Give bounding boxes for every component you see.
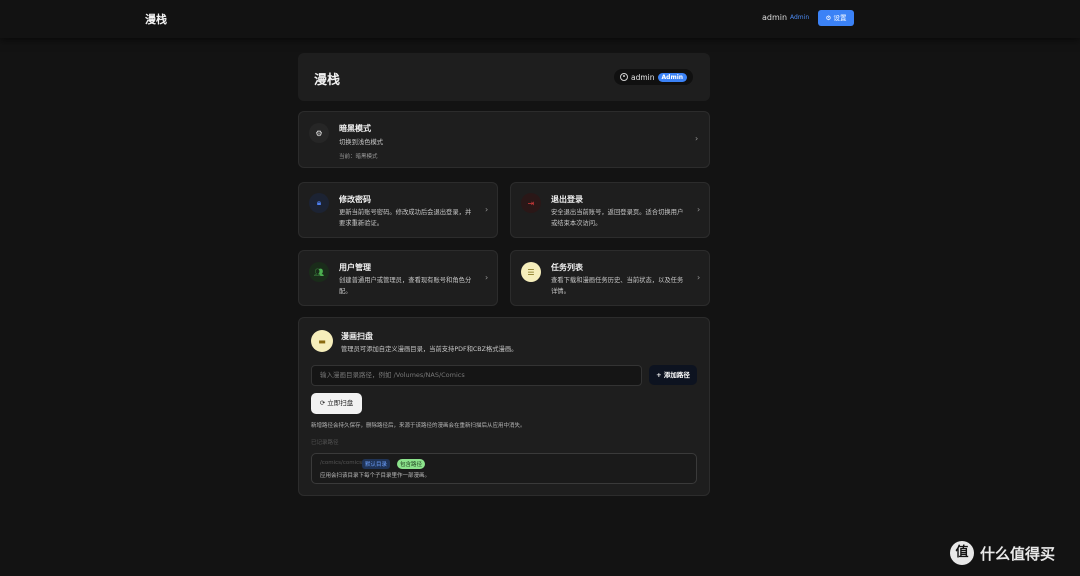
change-password-desc-1: 更新当前账号密码。修改成功后会退出登录，并 [339, 209, 472, 216]
task-list-card[interactable]: ☰ 任务列表 查看下载和漫画任务历史、当前状态，以及任务 详情。 › [510, 250, 710, 306]
user-management-desc-2: 配。 [339, 288, 352, 295]
chevron-right-icon: › [485, 205, 489, 214]
task-list-desc-2: 详情。 [551, 288, 570, 295]
path-value: /comics/comics [320, 460, 363, 466]
logout-desc-2: 或结束本次访问。 [551, 220, 602, 227]
watermark: 值 什么值得买 [950, 541, 1055, 565]
chevron-right-icon: › [485, 273, 489, 282]
watermark-text: 什么值得买 [980, 544, 1056, 563]
change-password-desc-2: 要求重新验证。 [339, 220, 384, 227]
change-password-title: 修改密码 [339, 195, 371, 204]
folder-icon: ▬ [311, 330, 333, 352]
task-list-title: 任务列表 [551, 263, 583, 272]
scan-note: 新增路径会持久保存，删除路径后，来源于该路径的漫画会在重新扫描后从应用中消失。 [311, 423, 526, 429]
path-list-item: /comics/comics 默认目录 包含路径 应用会扫该目录下每个子目录里作… [311, 453, 697, 484]
add-path-button[interactable]: + 添加路径 [649, 365, 697, 385]
include-path-badge: 包含路径 [397, 459, 426, 469]
dark-mode-title: 暗黑模式 [339, 124, 371, 133]
user-management-card[interactable]: 👥︎ 用户管理 创建普通用户或管理员，查看现有账号和角色分 配。 › [298, 250, 498, 306]
gear-icon: ⚙ [309, 123, 329, 143]
scan-now-button[interactable]: ⟳ 立即扫盘 [311, 393, 362, 414]
chevron-right-icon: › [697, 273, 701, 282]
dark-mode-current: 当前：暗黑模式 [339, 154, 378, 160]
change-password-card[interactable]: 🔒︎ 修改密码 更新当前账号密码。修改成功后会退出登录，并 要求重新验证。 › [298, 182, 498, 238]
user-management-desc-1: 创建普通用户或管理员，查看现有账号和角色分 [339, 277, 472, 284]
page-title: 漫栈 [314, 73, 341, 88]
logout-title: 退出登录 [551, 195, 583, 204]
list-icon: ☰ [521, 262, 541, 282]
comic-scan-card: ▬ 漫画扫盘 管理员可添加自定义漫画目录，当前支持PDF和CBZ格式漫画。 输入… [298, 317, 710, 496]
role-badge: Admin [657, 72, 688, 82]
comic-scan-desc: 管理员可添加自定义漫画目录，当前支持PDF和CBZ格式漫画。 [341, 346, 518, 353]
chevron-right-icon: › [695, 134, 699, 143]
path-input[interactable]: 输入漫画目录路径，例如 /Volumes/NAS/Comics [311, 365, 642, 386]
user-icon [620, 73, 628, 81]
logout-icon: ⇥ [521, 193, 541, 213]
app-brand[interactable]: 漫栈 [145, 11, 167, 27]
chevron-right-icon: › [697, 205, 701, 214]
dark-mode-desc: 切换到浅色模式 [339, 139, 384, 146]
watermark-logo: 值 [950, 541, 974, 565]
dark-mode-card[interactable]: ⚙ 暗黑模式 切换到浅色模式 当前：暗黑模式 › [298, 111, 710, 168]
logout-desc-1: 安全退出当前账号，返回登录页。适合切换用户 [551, 209, 684, 216]
path-desc: 应用会扫该目录下每个子目录里作一部漫画。 [320, 473, 431, 479]
topbar-username: admin [762, 13, 788, 22]
header-card: 漫栈 admin Admin [298, 53, 710, 101]
settings-button[interactable]: ⚙ 设置 [818, 10, 854, 26]
users-icon: 👥︎ [309, 262, 329, 282]
recorded-paths-label: 已记录路径 [311, 440, 339, 446]
task-list-desc-1: 查看下载和漫画任务历史、当前状态，以及任务 [551, 277, 684, 284]
user-management-title: 用户管理 [339, 263, 371, 272]
lock-icon: 🔒︎ [309, 193, 329, 213]
topbar-role-badge: Admin [790, 14, 810, 21]
comic-scan-title: 漫画扫盘 [341, 332, 373, 341]
top-navbar: 漫栈 admin Admin ⚙ 设置 [0, 0, 1080, 38]
user-pill[interactable]: admin Admin [614, 69, 694, 85]
default-dir-badge: 默认目录 [362, 459, 391, 469]
user-name: admin [631, 72, 655, 82]
logout-card[interactable]: ⇥ 退出登录 安全退出当前账号，返回登录页。适合切换用户 或结束本次访问。 › [510, 182, 710, 238]
